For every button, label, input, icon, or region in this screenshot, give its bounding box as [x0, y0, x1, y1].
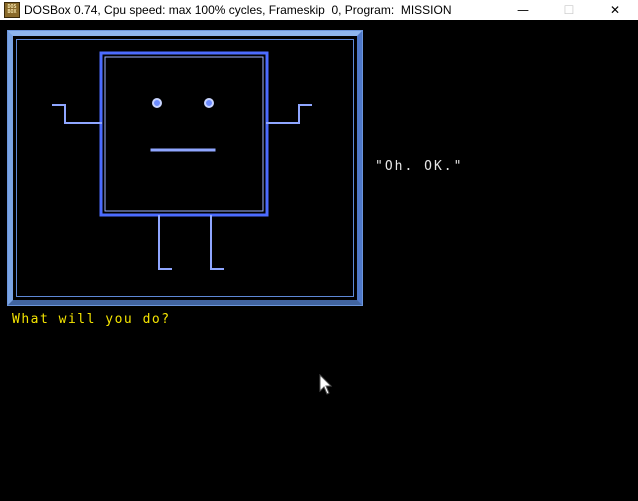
robot-left-eye [152, 98, 162, 108]
robot-right-arm [266, 104, 312, 124]
window-title: DOSBox 0.74, Cpu speed: max 100% cycles,… [24, 3, 452, 17]
robot-right-eye [204, 98, 214, 108]
window-controls: — ☐ ✕ [500, 0, 638, 20]
robot-illustration [52, 51, 312, 270]
dialogue-text: "Oh. OK." [375, 159, 464, 174]
picture-frame [7, 30, 363, 306]
robot-body-inner [104, 56, 264, 212]
robot-left-leg [158, 215, 172, 270]
close-icon: ✕ [609, 3, 621, 17]
close-button[interactable]: ✕ [592, 0, 638, 20]
dosbox-window: DOS BOX DOSBox 0.74, Cpu speed: max 100%… [0, 0, 638, 501]
command-prompt[interactable]: What will you do? [12, 312, 171, 327]
robot-right-leg [210, 215, 224, 270]
robot-left-arm [52, 104, 102, 124]
dos-screen[interactable]: "Oh. OK." What will you do? [0, 20, 638, 501]
app-icon-text-bottom: BOX [7, 9, 17, 15]
robot-body [99, 51, 269, 217]
title-bar[interactable]: DOS BOX DOSBox 0.74, Cpu speed: max 100%… [0, 0, 638, 20]
dosbox-icon[interactable]: DOS BOX [4, 2, 20, 18]
mouse-pointer-icon [319, 374, 333, 395]
minimize-button[interactable]: — [500, 0, 546, 20]
minimize-icon: — [517, 3, 529, 17]
maximize-button[interactable]: ☐ [546, 0, 592, 20]
picture-area [16, 39, 354, 297]
maximize-icon: ☐ [563, 3, 575, 17]
